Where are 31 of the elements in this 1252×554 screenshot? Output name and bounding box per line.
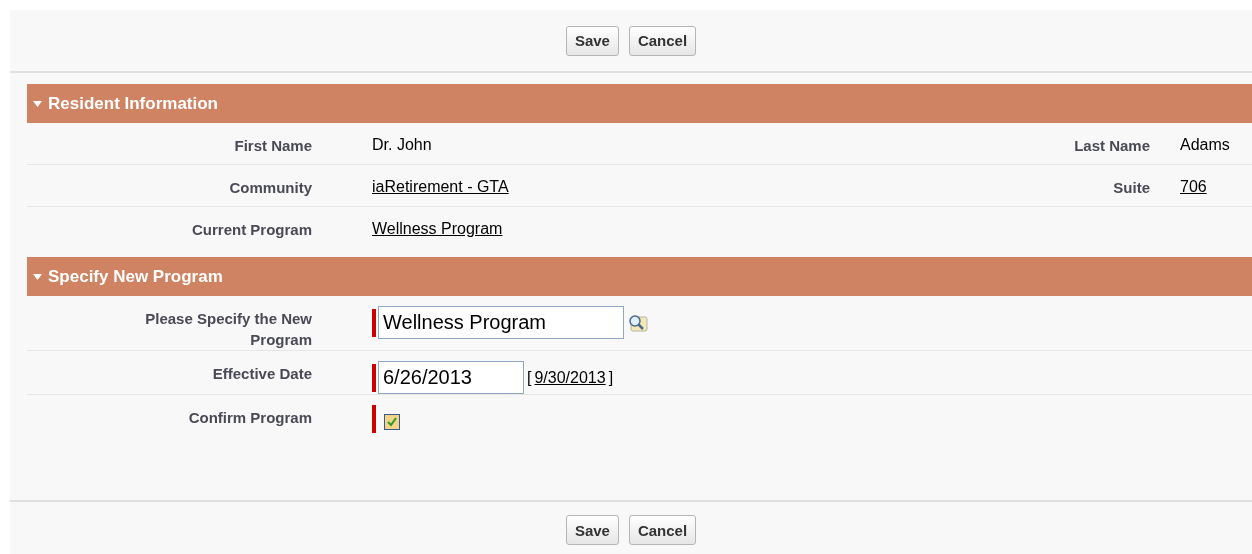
section-title: Resident Information — [48, 93, 218, 114]
field-label: Current Program — [190, 220, 313, 240]
cancel-button[interactable]: Cancel — [628, 25, 697, 56]
field-label: Community — [228, 178, 313, 198]
date-field[interactable]: 6/26/2013 — [378, 361, 524, 394]
cancel-button[interactable]: Cancel — [628, 515, 697, 545]
bracket-text: ] — [608, 368, 614, 387]
field-label: Last Name — [1073, 136, 1151, 156]
field-label: Effective Date — [211, 364, 313, 384]
field-label: Suite — [1112, 178, 1151, 198]
collapse-triangle-icon[interactable] — [33, 99, 42, 108]
required-bar — [372, 363, 376, 392]
today-date-link[interactable]: 9/30/2013 — [534, 365, 606, 390]
bracket-text: [ — [527, 368, 532, 387]
field-label: Confirm Program — [187, 408, 313, 428]
required-bar — [372, 308, 376, 337]
collapse-triangle-icon[interactable] — [33, 272, 42, 281]
field-label: First Name — [233, 136, 313, 156]
field-link[interactable]: 706 — [1180, 175, 1207, 199]
field-value: Adams — [1180, 135, 1230, 155]
field-link[interactable]: Wellness Program — [372, 217, 503, 241]
lookup-field[interactable]: Wellness Program — [378, 306, 624, 339]
field-value: Dr. John — [372, 135, 432, 155]
field-label: Please Specify the New Program — [144, 309, 313, 350]
save-button[interactable]: Save — [565, 25, 619, 56]
checkbox[interactable] — [384, 414, 400, 430]
lookup-search-icon[interactable] — [628, 313, 648, 332]
field-link[interactable]: iaRetirement - GTA — [372, 175, 509, 199]
section-title: Specify New Program — [48, 266, 223, 287]
save-button[interactable]: Save — [565, 515, 619, 545]
required-bar — [372, 405, 376, 433]
